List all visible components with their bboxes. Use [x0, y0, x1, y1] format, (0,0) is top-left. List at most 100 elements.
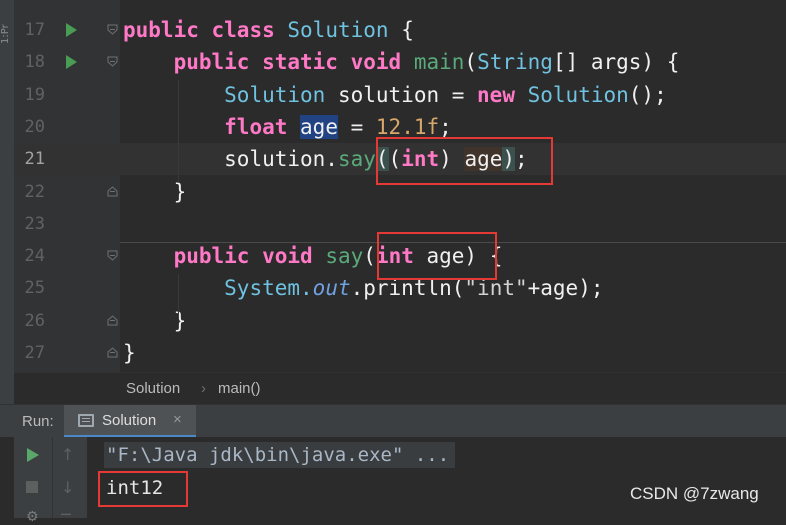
code-text[interactable]: }: [123, 305, 187, 337]
line-number[interactable]: 23: [15, 208, 45, 240]
code-editor[interactable]: 17 public class Solution {18 public stati…: [0, 0, 786, 372]
code-text[interactable]: }: [123, 337, 136, 369]
code-text[interactable]: public class Solution {: [123, 14, 414, 46]
code-token: +age);: [527, 276, 604, 301]
rerun-icon[interactable]: [27, 448, 39, 462]
code-token: {: [388, 18, 414, 42]
stop-icon[interactable]: [26, 481, 38, 493]
soft-wrap-icon[interactable]: ─: [61, 505, 71, 524]
code-token: =: [337, 114, 376, 139]
code-token: class: [211, 18, 275, 42]
code-text[interactable]: System.out.println("int"+age);: [123, 272, 603, 304]
code-token: static: [262, 50, 338, 75]
line-number[interactable]: 26: [15, 305, 45, 337]
arrow-up-icon[interactable]: ↑: [61, 445, 74, 464]
project-tool-label[interactable]: 1:Pr: [0, 4, 14, 44]
code-token: Solution: [527, 82, 629, 107]
tab-solution[interactable]: Solution ×: [64, 405, 196, 438]
run-gutter-icon[interactable]: [66, 55, 77, 70]
watermark: CSDN @7zwang: [630, 484, 759, 503]
fold-close-icon[interactable]: [107, 185, 118, 197]
fold-close-icon[interactable]: [107, 315, 118, 326]
breadcrumb: Solution › main(): [14, 372, 786, 405]
code-line[interactable]: 19 Solution solution = new Solution();: [0, 79, 786, 111]
code-token: (: [363, 244, 376, 269]
settings-icon[interactable]: ⚙: [26, 509, 39, 525]
code-token: float: [224, 114, 288, 139]
code-token: ;: [439, 114, 452, 139]
breadcrumb-separator: ›: [201, 380, 206, 397]
run-gutter-icon[interactable]: [66, 23, 77, 37]
line-number[interactable]: 25: [15, 272, 45, 304]
breadcrumb-item-method[interactable]: main(): [218, 380, 261, 397]
console-toolbar: ↑ ↓ ─: [52, 437, 87, 524]
indent-guide: [178, 274, 179, 316]
code-token: 12.1f: [375, 114, 440, 139]
line-number[interactable]: 18: [15, 46, 45, 78]
line-number[interactable]: 27: [15, 337, 45, 369]
console-command-line: "F:\Java jdk\bin\java.exe" ...: [104, 442, 456, 468]
highlight-box-call: [376, 137, 553, 185]
line-number[interactable]: 19: [15, 79, 45, 111]
console-panel[interactable]: ⚙ ↑ ↓ ─ "F:\Java jdk\bin\java.exe" ... i…: [0, 437, 786, 525]
fold-close-icon[interactable]: [107, 347, 118, 358]
code-token: Solution: [287, 18, 389, 42]
project-tool-strip[interactable]: 1:Pr: [0, 0, 15, 404]
breadcrumb-item-class[interactable]: Solution: [126, 380, 180, 397]
line-number[interactable]: 24: [15, 240, 45, 272]
code-token: say: [337, 147, 376, 172]
close-icon[interactable]: ×: [173, 411, 182, 428]
code-token: System.: [224, 276, 313, 301]
highlight-box-param: [377, 232, 497, 280]
tab-label: Solution: [102, 412, 157, 429]
code-token: public: [123, 18, 199, 42]
code-token: (: [464, 50, 478, 75]
fold-open-icon[interactable]: [107, 250, 118, 261]
indent-guide: [178, 80, 179, 182]
code-token: [] args) {: [552, 50, 680, 75]
code-text[interactable]: }: [123, 176, 187, 208]
code-token: public: [173, 244, 250, 269]
code-text[interactable]: Solution solution = new Solution();: [123, 79, 667, 111]
code-line[interactable]: 26 }: [0, 305, 786, 337]
fold-open-icon[interactable]: [107, 24, 118, 35]
code-token: }: [173, 179, 187, 204]
code-token: say: [325, 244, 364, 269]
line-number[interactable]: 21: [15, 143, 45, 175]
code-token: void: [350, 50, 402, 75]
code-token: age: [300, 114, 338, 139]
highlight-box-output: [98, 471, 188, 507]
code-token: Solution: [224, 82, 326, 107]
code-token: public: [173, 50, 250, 75]
fold-open-icon[interactable]: [107, 56, 118, 67]
code-token: out: [312, 276, 351, 301]
arrow-down-icon[interactable]: ↓: [61, 478, 74, 497]
code-token: ();: [628, 82, 667, 107]
line-number[interactable]: 17: [15, 14, 45, 46]
code-line[interactable]: 27}: [0, 337, 786, 369]
code-token: solution.: [224, 147, 338, 172]
code-line[interactable]: 17 public class Solution {: [0, 14, 786, 46]
code-token: main: [413, 50, 465, 75]
line-number[interactable]: 22: [15, 176, 45, 208]
run-toolwindow-header: Run: Solution ×: [0, 404, 786, 438]
line-number[interactable]: 20: [15, 111, 45, 143]
code-text[interactable]: public static void main(String[] args) {: [123, 46, 680, 78]
code-line[interactable]: 18 public static void main(String[] args…: [0, 46, 786, 78]
